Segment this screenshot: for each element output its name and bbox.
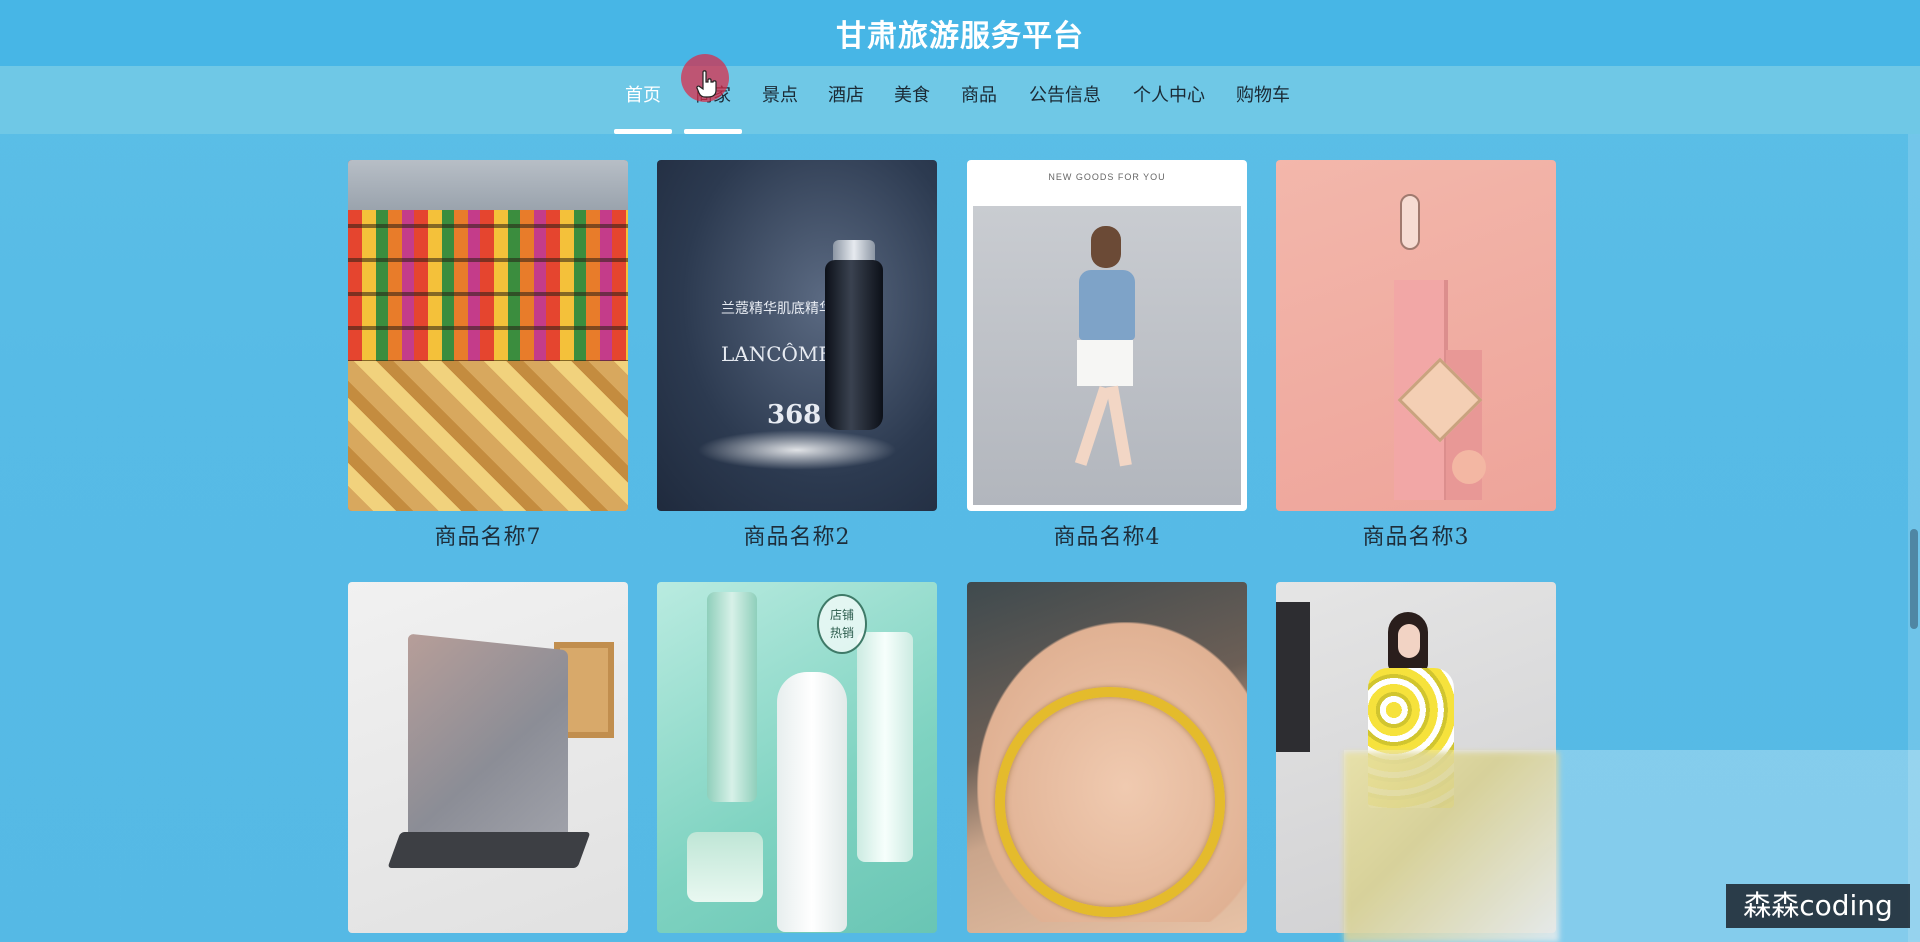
bottle [825,260,883,430]
nav-item-profile[interactable]: 个人中心 [1128,66,1210,134]
site-header: 甘肃旅游服务平台 [0,0,1920,66]
nav-active-indicator [614,129,672,134]
product-card[interactable]: 商品名称3 [1276,160,1556,551]
nav-item-announcements[interactable]: 公告信息 [1024,66,1106,134]
nav-item-hotels[interactable]: 酒店 [824,66,868,134]
image-price: 368 [767,400,822,430]
hand-pointer-icon [696,70,717,98]
image-boxes [348,361,628,511]
nav-hover-indicator [684,129,742,134]
product-card[interactable] [967,582,1247,933]
image-ceiling [348,160,628,210]
product-image-fashion[interactable]: NEW GOODS FOR YOU [967,160,1247,511]
nav-item-label: 景点 [762,85,798,106]
gold-bangle [995,687,1225,917]
product-name[interactable]: 商品名称3 [1276,519,1556,551]
nav-item-label: 酒店 [828,85,864,106]
badge-line: 店铺 [829,608,854,622]
nav-item-food[interactable]: 美食 [890,66,934,134]
image-header-text: NEW GOODS FOR YOU [1048,172,1166,182]
product-image-bangle[interactable] [967,582,1247,933]
product-name[interactable]: 商品名称7 [348,519,628,551]
product-name[interactable]: 商品名称2 [657,519,937,551]
product-image-skincare[interactable]: 店铺 热销 [657,582,937,933]
scrollbar-thumb[interactable] [1910,529,1918,629]
laptop-lid [408,633,568,861]
badge-line: 热销 [829,626,854,640]
nav-item-cart[interactable]: 购物车 [1232,66,1294,134]
model-head [1091,226,1121,268]
nav-item-home[interactable]: 首页 [614,66,672,134]
product-image-makeup[interactable] [1276,160,1556,511]
model-top [1079,270,1135,340]
nav-item-label: 购物车 [1236,85,1290,106]
product-card[interactable]: NEW GOODS FOR YOU 商品名称4 [967,160,1247,551]
sphere [1452,450,1486,484]
nav-item-label: 首页 [625,85,661,106]
model-skirt [1077,340,1133,386]
bottle [777,672,847,932]
product-card[interactable]: 店铺 热销 [657,582,937,933]
hot-sale-badge: 店铺 热销 [817,594,867,654]
bottle [857,632,913,862]
dark-panel [1276,602,1310,752]
page-scrollbar[interactable] [1908,134,1920,942]
product-image-supermarket[interactable] [348,160,628,511]
blurred-thumbnail [1344,752,1559,942]
product-name[interactable]: 商品名称4 [967,519,1247,551]
nav-item-attractions[interactable]: 景点 [758,66,802,134]
product-card[interactable]: 兰蔻精华肌底精华液 LANCÔME 368 商品名称2 [657,160,937,551]
main-nav: 首页 商家 景点 酒店 美食 商品 公告信息 个人中心 购物车 [0,66,1920,134]
site-title: 甘肃旅游服务平台 [836,19,1084,54]
light-glow [697,430,897,470]
nav-item-label: 公告信息 [1029,85,1101,106]
nav-item-products[interactable]: 商品 [957,66,1001,134]
mirror [1400,194,1420,250]
product-image-lancome[interactable]: 兰蔻精华肌底精华液 LANCÔME 368 [657,160,937,511]
bottle [707,592,757,802]
image-brand: LANCÔME [721,342,834,366]
model-face [1398,624,1420,658]
cream-jar [687,832,763,902]
nav-item-label: 美食 [894,85,930,106]
nav-list: 首页 商家 景点 酒店 美食 商品 公告信息 个人中心 购物车 [0,66,1920,134]
watermark: 森森coding [1726,884,1910,928]
nav-item-label: 商品 [961,85,997,106]
product-card[interactable] [348,582,628,933]
nav-item-label: 个人中心 [1133,85,1205,106]
product-card[interactable]: 商品名称7 [348,160,628,551]
product-image-laptop[interactable] [348,582,628,933]
laptop-base [387,832,591,868]
